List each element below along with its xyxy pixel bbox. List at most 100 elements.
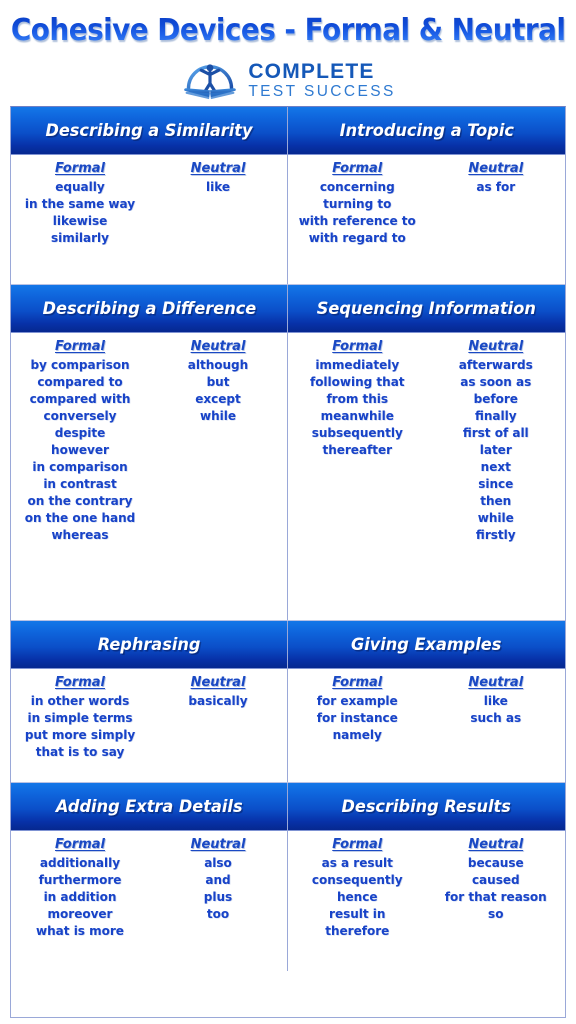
- word-item: put more simply: [24, 728, 136, 742]
- column-formal-describing-results: Formal as a result consequently hence result…: [288, 837, 427, 963]
- word-item: in simple terms: [27, 711, 133, 725]
- column-heading-formal: Formal: [55, 837, 105, 852]
- column-neutral-introducing-a-topic: Neutral as for: [427, 161, 566, 276]
- column-heading-formal: Formal: [55, 339, 105, 354]
- section-body-describing-a-similarity: Formal equally in the same way likewise simi…: [11, 155, 287, 284]
- section-body-rephrasing: Formal in other words in simple terms put m…: [11, 669, 287, 782]
- section-header-adding-extra-details: Adding Extra Details: [11, 783, 287, 831]
- word-item: while: [477, 511, 514, 525]
- section-title: Describing Results: [341, 796, 512, 817]
- section-header-describing-a-difference: Describing a Difference: [11, 285, 287, 333]
- word-item: for instance: [316, 711, 398, 725]
- section-describing-results: Describing Results Formal as a result conse…: [288, 783, 565, 971]
- word-item: result in: [329, 907, 386, 921]
- word-item: subsequently: [311, 426, 403, 440]
- column-heading-neutral: Neutral: [190, 339, 246, 354]
- column-formal-describing-a-similarity: Formal equally in the same way likewise simi…: [11, 161, 149, 276]
- word-item: basically: [188, 694, 248, 708]
- column-heading-neutral: Neutral: [468, 339, 524, 354]
- page-title: Cohesive Devices - Formal & Neutral: [10, 12, 566, 48]
- section-header-describing-results: Describing Results: [288, 783, 565, 831]
- column-heading-neutral: Neutral: [190, 675, 246, 690]
- section-title: Giving Examples: [351, 634, 502, 655]
- word-item: with reference to: [298, 214, 416, 228]
- word-item: as soon as: [460, 375, 532, 389]
- column-formal-introducing-a-topic: Formal concerning turning to with reference…: [288, 161, 427, 276]
- word-item: in addition: [43, 890, 117, 904]
- section-title: Rephrasing: [97, 634, 201, 655]
- column-formal-adding-extra-details: Formal additionally furthermore in addition…: [11, 837, 149, 963]
- section-title: Introducing a Topic: [339, 120, 514, 141]
- word-item: consequently: [311, 873, 403, 887]
- word-item: however: [51, 443, 109, 457]
- section-header-rephrasing: Rephrasing: [11, 621, 287, 669]
- word-item: despite: [54, 426, 106, 440]
- brand-logo: COMPLETE TEST SUCCESS: [0, 54, 576, 106]
- section-sequencing-information: Sequencing Information Formal immediately f…: [288, 285, 565, 620]
- section-adding-extra-details: Adding Extra Details Formal additionally fu…: [11, 783, 288, 971]
- word-item: that is to say: [35, 745, 125, 759]
- word-item: namely: [332, 728, 382, 742]
- column-neutral-describing-a-similarity: Neutral like: [149, 161, 287, 276]
- word-item: also: [204, 856, 232, 870]
- section-header-describing-a-similarity: Describing a Similarity: [11, 107, 287, 155]
- column-formal-giving-examples: Formal for example for instance namely: [288, 675, 427, 774]
- section-header-introducing-a-topic: Introducing a Topic: [288, 107, 565, 155]
- word-item: before: [473, 392, 518, 406]
- word-item: firstly: [475, 528, 516, 542]
- column-neutral-giving-examples: Neutral like such as: [427, 675, 566, 774]
- section-rephrasing: Rephrasing Formal in other words in simple …: [11, 621, 288, 782]
- section-describing-a-difference: Describing a Difference Formal by comparis…: [11, 285, 288, 620]
- word-item: then: [480, 494, 512, 508]
- section-body-describing-results: Formal as a result consequently hence result…: [288, 831, 565, 971]
- table-row: Adding Extra Details Formal additionally fu…: [11, 783, 565, 971]
- word-item: thereafter: [322, 443, 393, 457]
- word-item: afterwards: [458, 358, 533, 372]
- word-item: as for: [476, 180, 516, 194]
- column-heading-neutral: Neutral: [468, 837, 524, 852]
- brand-name-line2: TEST SUCCESS: [248, 82, 396, 100]
- section-title: Sequencing Information: [316, 298, 537, 319]
- section-describing-a-similarity: Describing a Similarity Formal equally in t…: [11, 107, 288, 284]
- word-item: in comparison: [32, 460, 128, 474]
- column-neutral-rephrasing: Neutral basically: [149, 675, 287, 774]
- word-item: except: [195, 392, 241, 406]
- column-heading-neutral: Neutral: [468, 675, 524, 690]
- graduate-book-logo-icon: [180, 58, 240, 102]
- word-item: although: [187, 358, 249, 372]
- word-item: furthermore: [38, 873, 122, 887]
- word-item: but: [206, 375, 230, 389]
- column-heading-neutral: Neutral: [190, 161, 246, 176]
- section-title: Describing a Similarity: [45, 120, 253, 141]
- column-heading-formal: Formal: [332, 339, 383, 354]
- section-introducing-a-topic: Introducing a Topic Formal concerning turni…: [288, 107, 565, 284]
- word-item: for that reason: [444, 890, 547, 904]
- section-giving-examples: Giving Examples Formal for example for inst…: [288, 621, 565, 782]
- word-item: first of all: [462, 426, 529, 440]
- word-item: meanwhile: [320, 409, 394, 423]
- column-neutral-describing-a-difference: Neutral although but except while: [149, 339, 287, 612]
- column-heading-formal: Formal: [332, 161, 383, 176]
- word-item: later: [479, 443, 512, 457]
- section-body-introducing-a-topic: Formal concerning turning to with reference…: [288, 155, 565, 284]
- word-item: compared to: [37, 375, 123, 389]
- word-item: on the one hand: [24, 511, 136, 525]
- word-item: in contrast: [43, 477, 117, 491]
- section-body-sequencing-information: Formal immediately following that from this…: [288, 333, 565, 620]
- word-item: so: [488, 907, 504, 921]
- column-heading-formal: Formal: [55, 675, 105, 690]
- section-body-giving-examples: Formal for example for instance namely Neutr…: [288, 669, 565, 782]
- column-formal-sequencing-information: Formal immediately following that from this…: [288, 339, 427, 612]
- word-item: additionally: [39, 856, 121, 870]
- word-item: concerning: [319, 180, 395, 194]
- column-heading-neutral: Neutral: [190, 837, 246, 852]
- word-item: with regard to: [308, 231, 406, 245]
- column-neutral-describing-results: Neutral because caused for that reason so: [427, 837, 566, 963]
- word-item: too: [206, 907, 230, 921]
- word-item: following that: [309, 375, 405, 389]
- section-title: Adding Extra Details: [55, 796, 243, 817]
- word-item: since: [478, 477, 514, 491]
- word-item: and: [205, 873, 231, 887]
- word-item: like: [483, 694, 508, 708]
- poster-root: Cohesive Devices - Formal & Neutral COMP…: [0, 0, 576, 1024]
